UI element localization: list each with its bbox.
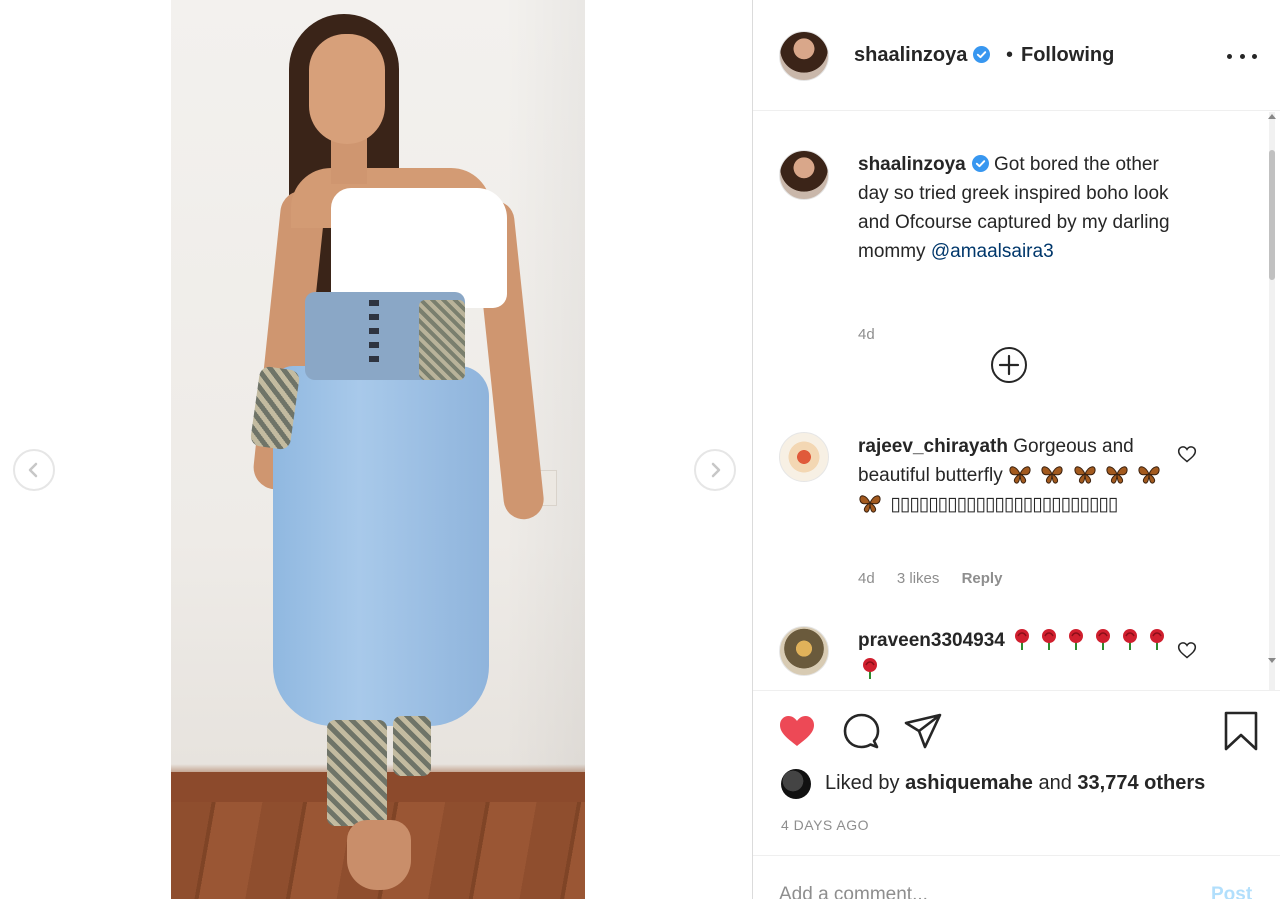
chevron-right-icon [711, 462, 721, 478]
commenter-avatar[interactable] [779, 626, 829, 676]
post-header: shaalinzoya • Following [753, 0, 1280, 111]
comment-reply-button[interactable]: Reply [962, 570, 1003, 587]
rose-emoji-icon [1123, 629, 1138, 650]
caption-meta: 4d [858, 326, 893, 343]
butterfly-emoji-icon [1138, 466, 1160, 484]
comment-like-heart-icon[interactable] [1177, 640, 1197, 660]
commenter-avatar[interactable] [779, 432, 829, 482]
butterfly-emoji-icon [1074, 466, 1096, 484]
scroll-down-arrow-icon[interactable] [1268, 658, 1276, 663]
comment-username[interactable]: rajeev_chirayath [858, 436, 1008, 457]
likes-others-link[interactable]: 33,774 others [1077, 772, 1205, 794]
figure-white-top [331, 188, 507, 308]
butterfly-emoji-icon [1041, 466, 1063, 484]
figure-belt-buttons [369, 300, 379, 370]
save-button[interactable] [1221, 711, 1261, 751]
post-media-area [0, 0, 752, 899]
add-comment-bar: Post [753, 855, 1280, 899]
likes-prefix: Liked by [825, 772, 900, 794]
butterfly-emoji-icon [1106, 466, 1128, 484]
figure-belt-print [419, 300, 465, 380]
comment-like-heart-icon[interactable] [1177, 444, 1197, 464]
author-username: shaalinzoya [854, 44, 968, 66]
likes-suffix: and [1038, 772, 1072, 794]
likes-text: Liked by ashiquemahe and 33,774 others [825, 772, 1205, 795]
carousel-prev-button[interactable] [13, 449, 55, 491]
butterfly-emoji-icon [859, 495, 881, 513]
more-options-button[interactable] [1227, 44, 1257, 68]
rose-emoji-icon [1096, 629, 1111, 650]
comment-body: rajeev_chirayath Gorgeous and beautiful … [858, 432, 1188, 519]
butterfly-emoji-icon [1009, 466, 1031, 484]
chevron-left-icon [28, 462, 38, 478]
plus-circle-icon[interactable] [990, 346, 1028, 384]
figure-feet [347, 820, 411, 890]
comment-body: praveen3304934 [858, 626, 1188, 684]
header-separator: • [1006, 44, 1014, 66]
scrollbar-thumb[interactable] [1269, 150, 1275, 280]
liker-avatar[interactable] [781, 769, 811, 799]
comment-bubble-icon [843, 713, 880, 749]
comment-button[interactable] [841, 711, 881, 751]
caption-mention-link[interactable]: @amaalsaira3 [931, 241, 1054, 262]
more-options-icon-dot-1 [1227, 53, 1232, 59]
verified-badge-icon [973, 46, 991, 63]
figure-face [309, 34, 385, 144]
comment-likes[interactable]: 3 likes [897, 570, 940, 587]
post-side-panel: shaalinzoya • Following shaalinzoya Got … [752, 0, 1280, 899]
rose-emoji-icon [863, 658, 877, 679]
author-username-link[interactable]: shaalinzoya [854, 44, 991, 67]
caption-age: 4d [858, 326, 875, 343]
share-button[interactable] [903, 711, 943, 751]
rose-emoji-icon [1042, 629, 1057, 650]
like-button[interactable] [777, 711, 817, 751]
figure-blue-pants [273, 366, 489, 726]
following-button[interactable]: Following [1021, 44, 1114, 67]
scroll-up-arrow-icon[interactable] [1268, 114, 1276, 119]
comment-username[interactable]: praveen3304934 [858, 630, 1005, 651]
caption-author-avatar[interactable] [779, 150, 829, 200]
add-comment-input[interactable] [779, 884, 1179, 899]
post-photo[interactable] [171, 0, 585, 899]
comments-list[interactable]: shaalinzoya Got bored the other day so t… [753, 112, 1280, 690]
rose-emoji-icon [1150, 629, 1165, 650]
comment-meta: 4d 3 likes Reply [858, 570, 1020, 587]
missing-glyph-boxes: ▯▯▯▯▯▯▯▯▯▯▯▯▯▯▯▯▯▯▯▯▯▯▯▯ [890, 494, 1118, 515]
author-avatar[interactable] [779, 31, 829, 81]
caption-username[interactable]: shaalinzoya [858, 154, 966, 175]
comment-age: 4d [858, 570, 875, 587]
carousel-next-button[interactable] [694, 449, 736, 491]
paper-plane-icon [904, 713, 942, 749]
more-options-icon-dot-2 [1239, 53, 1245, 59]
post-actions-section: Liked by ashiquemahe and 33,774 others 4… [753, 690, 1280, 860]
rose-emoji-icon [1015, 629, 1030, 650]
more-options-icon-dot-3 [1252, 53, 1257, 59]
verified-badge-icon [971, 155, 989, 172]
liker-username[interactable]: ashiquemahe [905, 772, 1033, 794]
heart-filled-icon [780, 716, 814, 746]
comments-scrollbar[interactable] [1267, 112, 1277, 690]
post-comment-button[interactable]: Post [1211, 884, 1252, 899]
rose-emoji-icon [1069, 629, 1084, 650]
figure-left-cuff [327, 720, 387, 826]
bookmark-icon [1224, 711, 1258, 751]
post-timestamp[interactable]: 4 DAYS AGO [781, 817, 869, 833]
figure-right-cuff [393, 716, 431, 776]
caption-body: shaalinzoya Got bored the other day so t… [858, 150, 1188, 266]
